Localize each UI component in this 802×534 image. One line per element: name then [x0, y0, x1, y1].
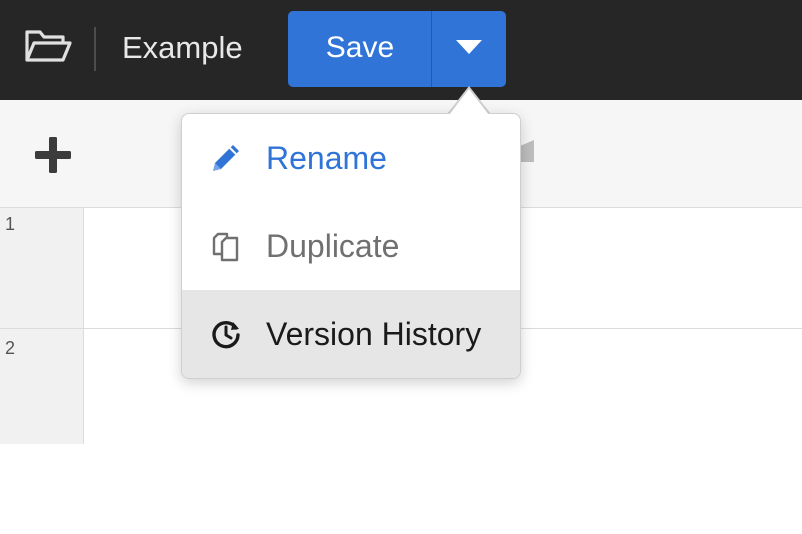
row-header-gutter	[0, 208, 84, 444]
menu-item-rename[interactable]: Rename	[182, 114, 520, 202]
menu-item-version-history[interactable]: Version History	[182, 290, 520, 378]
pencil-icon	[208, 140, 244, 176]
save-button[interactable]: Save	[288, 11, 432, 87]
save-options-menu: Rename Duplicate Version History	[181, 113, 521, 379]
add-button[interactable]	[28, 132, 78, 182]
history-icon	[208, 316, 244, 352]
top-bar: Example Save	[0, 0, 802, 100]
folder-open-icon	[23, 26, 73, 71]
menu-pointer	[449, 89, 489, 115]
duplicate-icon	[208, 228, 244, 264]
document-title[interactable]: Example	[122, 28, 243, 68]
row-number-1[interactable]: 1	[5, 214, 15, 235]
menu-item-duplicate[interactable]: Duplicate	[182, 202, 520, 290]
plus-icon	[33, 135, 73, 180]
menu-item-label: Rename	[266, 140, 387, 176]
save-options-dropdown-button[interactable]	[432, 11, 506, 87]
toolbar-divider	[94, 27, 96, 71]
menu-item-label: Version History	[266, 316, 482, 352]
row-number-2[interactable]: 2	[5, 338, 15, 359]
caret-down-icon	[455, 39, 483, 60]
menu-item-label: Duplicate	[266, 228, 400, 264]
open-folder-button[interactable]	[20, 26, 76, 70]
save-button-group: Save	[288, 11, 506, 87]
